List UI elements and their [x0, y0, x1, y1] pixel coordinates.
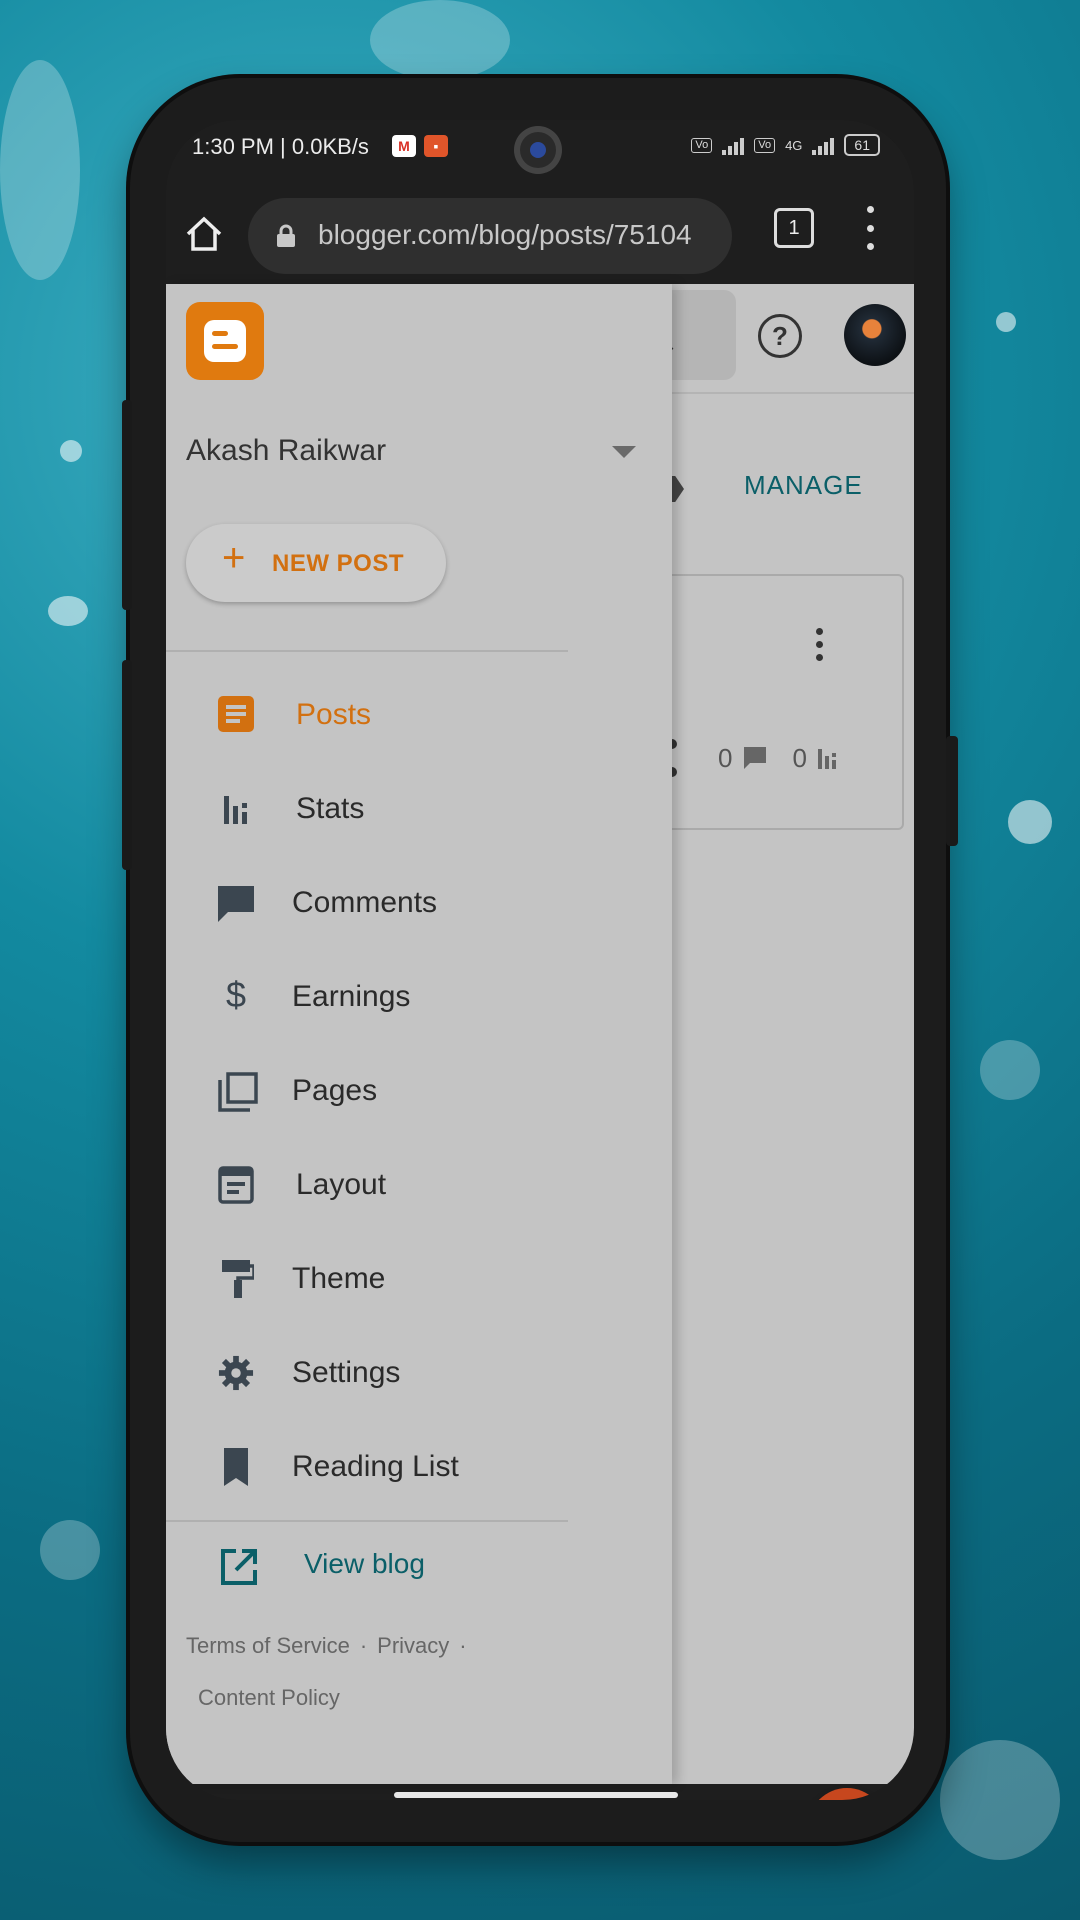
background-bubble [60, 440, 82, 462]
new-post-label: NEW POST [272, 550, 405, 577]
battery-level: 61 [844, 134, 880, 156]
stats-icon [224, 796, 247, 824]
browser-toolbar: blogger.com/blog/posts/75104 1 [166, 182, 914, 284]
gmail-icon: M [392, 135, 416, 157]
background-bubble [48, 596, 88, 626]
phone-side-button [122, 660, 132, 870]
home-button[interactable] [180, 210, 228, 258]
earnings-icon: $ [226, 974, 247, 1015]
drawer-item-label: Pages [292, 1074, 378, 1107]
help-button[interactable]: ? [758, 314, 802, 358]
privacy-link[interactable]: Privacy [377, 1633, 449, 1658]
network-type: 4G [785, 137, 803, 153]
theme-icon [222, 1260, 254, 1298]
lock-icon [277, 224, 295, 247]
background-bubble [1008, 800, 1052, 844]
drawer-item-label: Settings [292, 1356, 401, 1389]
drawer-item-label: Layout [296, 1168, 387, 1201]
view-count: 0 [792, 742, 807, 773]
browser-menu-button[interactable] [860, 206, 880, 250]
view-blog-link[interactable]: View blog [166, 1524, 672, 1604]
background-bubble [980, 1040, 1040, 1100]
post-more-button[interactable] [816, 628, 823, 661]
navigation-drawer: Akash Raikwar + NEW POST Posts Stats Com… [166, 284, 672, 1784]
drawer-item-pages[interactable]: Pages [166, 1044, 672, 1138]
background-bubble [40, 1520, 100, 1580]
open-in-new-icon [221, 1549, 257, 1585]
status-right-icons: Vo Vo 4G 61 [691, 134, 880, 156]
phone-power-button [946, 736, 958, 846]
account-name: Akash Raikwar [186, 434, 387, 467]
drawer-footer: Terms of Service · Privacy · Content Policy [186, 1620, 526, 1724]
new-post-button[interactable]: + NEW POST [186, 524, 446, 602]
video-app-icon: ▪ [424, 135, 448, 157]
user-avatar[interactable] [844, 304, 906, 366]
comments-icon [218, 886, 254, 922]
home-icon [186, 216, 222, 251]
background-bubble [370, 0, 510, 80]
manage-button[interactable]: MANAGE [744, 470, 863, 501]
drawer-item-stats[interactable]: Stats [166, 762, 672, 856]
drawer-item-theme[interactable]: Theme [166, 1232, 672, 1326]
layout-icon [218, 1166, 254, 1204]
view-blog-label: View blog [304, 1548, 425, 1579]
pages-icon [218, 1072, 258, 1112]
signal-icon [722, 135, 745, 155]
drawer-item-settings[interactable]: Settings [166, 1326, 672, 1420]
drawer-divider [166, 1520, 568, 1522]
settings-icon [218, 1355, 254, 1391]
drawer-item-label: Comments [292, 886, 438, 919]
volte-icon: Vo [754, 137, 776, 153]
drawer-item-label: Posts [296, 698, 372, 731]
drawer-item-earnings[interactable]: $ Earnings [166, 950, 672, 1044]
drawer-item-comments[interactable]: Comments [166, 856, 672, 950]
drawer-item-layout[interactable]: Layout [166, 1138, 672, 1232]
blogger-logo [186, 302, 264, 380]
content-policy-link[interactable]: Content Policy [198, 1685, 340, 1710]
phone-screen: 1:30 PM | 0.0KB/s M ▪ Vo Vo 4G 61 blogge… [166, 120, 914, 1800]
help-icon: ? [772, 320, 788, 351]
footer-separator: · [459, 1633, 467, 1658]
url-text: blogger.com/blog/posts/75104 [318, 219, 692, 250]
signal-icon [812, 135, 835, 155]
phone-side-button [122, 400, 132, 610]
drawer-item-reading-list[interactable]: Reading List [166, 1420, 672, 1514]
volte-icon: Vo [691, 137, 713, 153]
background-bubble [0, 60, 80, 280]
drawer-item-label: Stats [296, 792, 365, 825]
comment-icon [744, 747, 767, 769]
tab-switcher-button[interactable]: 1 [774, 208, 814, 248]
terms-of-service-link[interactable]: Terms of Service [186, 1633, 350, 1658]
address-bar[interactable]: blogger.com/blog/posts/75104 [248, 198, 732, 274]
drawer-divider [166, 650, 568, 652]
background-bubble [996, 312, 1016, 332]
chevron-down-icon [612, 446, 636, 458]
drawer-item-label: Reading List [292, 1450, 459, 1483]
status-bar: 1:30 PM | 0.0KB/s M ▪ Vo Vo 4G 61 [166, 120, 914, 182]
footer-separator: · [359, 1633, 368, 1658]
background-bubble [940, 1740, 1060, 1860]
drawer-item-label: Theme [292, 1262, 386, 1295]
gesture-handle [394, 1792, 678, 1798]
status-time: 1:30 PM | 0.0KB/s [192, 134, 369, 159]
posts-icon [218, 696, 254, 732]
drawer-item-posts[interactable]: Posts [166, 668, 672, 762]
account-switcher[interactable]: Akash Raikwar [186, 434, 636, 474]
post-stats: 0 0 [662, 738, 841, 778]
front-camera [514, 126, 562, 174]
stats-icon [817, 749, 836, 769]
comment-count: 0 [718, 742, 733, 773]
drawer-item-label: Earnings [292, 980, 411, 1013]
bookmark-icon [224, 1448, 248, 1486]
plus-icon: + [222, 536, 246, 580]
status-notification-icons: M ▪ [392, 135, 448, 157]
